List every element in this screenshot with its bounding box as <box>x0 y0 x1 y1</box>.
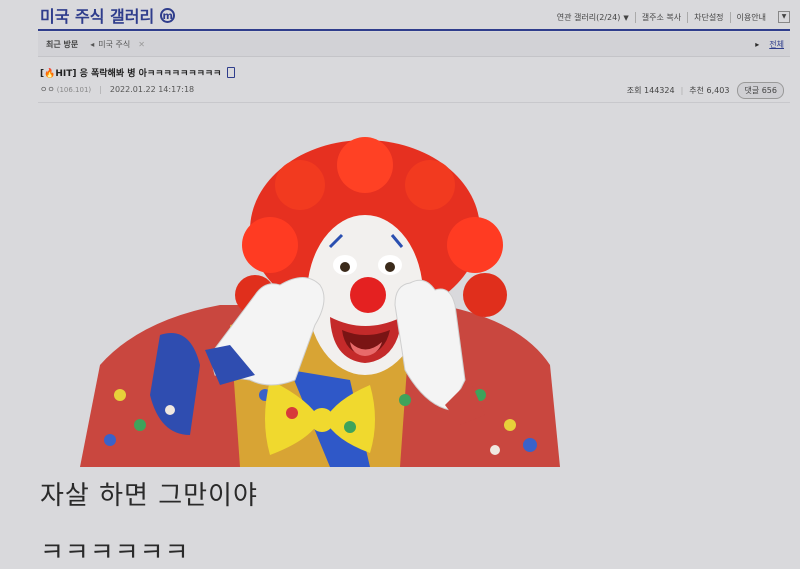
clown-image <box>80 137 560 467</box>
comments-button[interactable]: 댓글 656 <box>737 82 784 99</box>
post-title-text: [🔥HIT] 응 폭락해봐 병 아ㅋㅋㅋㅋㅋㅋㅋㅋㅋ <box>40 69 222 79</box>
post-body-line-1: 자살 하면 그만이야 <box>40 481 258 511</box>
post-body-line-2: ㅋㅋㅋㅋㅋㅋ <box>40 538 190 568</box>
copy-address-link[interactable]: 갤주소 복사 <box>634 11 687 23</box>
views-count: 조회 144324 <box>626 86 675 95</box>
recent-visits-bar: 최근 방문 ◂ 미국 주식 ✕ ▸ 전체 <box>38 32 790 57</box>
header-divider <box>38 29 790 31</box>
post-title: [🔥HIT] 응 폭락해봐 병 아ㅋㅋㅋㅋㅋㅋㅋㅋㅋ <box>40 66 236 79</box>
author-ip: (106.101) <box>56 85 92 94</box>
block-settings-link[interactable]: 차단설정 <box>687 11 729 23</box>
post-stats: 조회 144324 | 추천 6,403 댓글 656 <box>627 82 784 99</box>
mobile-icon <box>227 67 236 78</box>
recent-tab-us-stocks[interactable]: ◂ 미국 주식 ✕ <box>90 39 145 50</box>
minor-gallery-badge-icon: m <box>160 7 176 23</box>
related-gallery-label: 연관 갤러리(2/24) <box>556 12 621 22</box>
close-icon[interactable]: ✕ <box>138 40 145 49</box>
meta-separator: | <box>99 85 102 94</box>
post-header-divider <box>38 102 790 103</box>
chevron-right-icon[interactable]: ▸ <box>755 40 759 49</box>
post-meta: ㅇㅇ (106.101) | 2022.01.22 14:17:18 <box>40 84 194 95</box>
recent-visits-label: 최근 방문 <box>46 39 79 49</box>
recent-right-controls: ▸ 전체 <box>755 39 784 50</box>
related-gallery-button[interactable]: 연관 갤러리(2/24) ▼ <box>551 12 635 23</box>
all-recent-link[interactable]: 전체 <box>769 39 784 50</box>
stats-separator: | <box>680 86 684 95</box>
caret-down-icon: ▼ <box>623 13 629 22</box>
gallery-title[interactable]: 미국 주식 갤러리 m <box>40 3 176 27</box>
chevron-left-icon[interactable]: ◂ <box>90 40 94 49</box>
author-name[interactable]: ㅇㅇ <box>40 84 55 95</box>
gallery-name[interactable]: 미국 주식 갤러리 <box>40 3 154 27</box>
top-menu: 연관 갤러리(2/24) ▼ 갤주소 복사 차단설정 이용안내 ▼ <box>551 11 790 23</box>
post-datetime: 2022.01.22 14:17:18 <box>109 85 195 94</box>
recommend-count: 추천 6,403 <box>689 86 730 95</box>
menu-icon[interactable]: ▼ <box>778 11 790 23</box>
recent-tab-label[interactable]: 미국 주식 <box>98 39 130 50</box>
guide-link[interactable]: 이용안내 <box>729 11 772 23</box>
